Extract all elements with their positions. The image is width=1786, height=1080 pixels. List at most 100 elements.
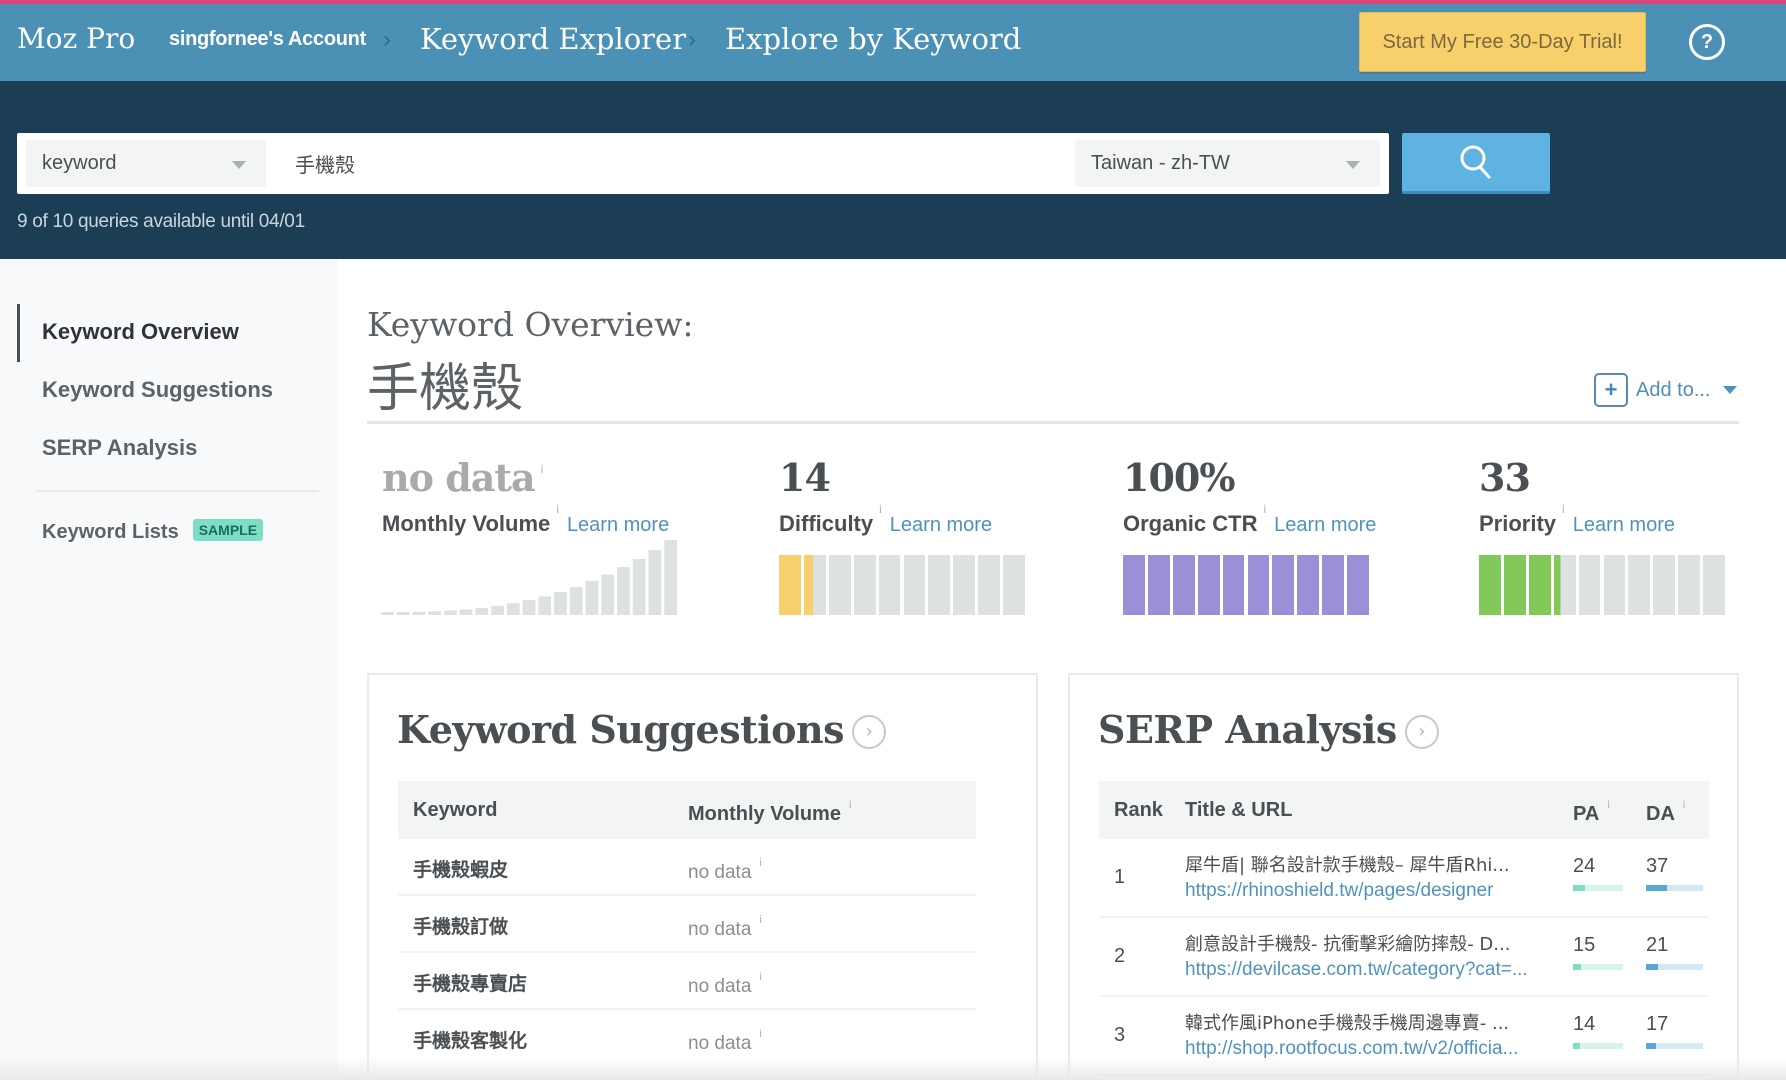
table-row: 手機殼蝦皮 no data i xyxy=(398,839,976,896)
serp-analysis-card: SERP Analysis › Rank Title & URL PA i DA i … xyxy=(1068,673,1739,1080)
search-type-select[interactable]: keyword xyxy=(26,140,266,187)
plus-icon: + xyxy=(1594,373,1628,407)
info-icon[interactable]: i xyxy=(759,971,761,983)
volume-cell: no data i xyxy=(688,857,762,884)
sidebar: Keyword Overview Keyword Suggestions SER… xyxy=(0,259,338,1080)
priority-label: Priority xyxy=(1479,511,1557,536)
volume-placeholder-bar xyxy=(522,600,536,615)
overview-keyword: 手機殼 xyxy=(367,359,524,419)
help-icon[interactable]: ? xyxy=(1689,24,1725,60)
difficulty-meter xyxy=(779,555,1025,615)
table-row: 手機殼專賣店 no data i xyxy=(398,953,976,1010)
volume-cell: no data i xyxy=(688,1028,762,1055)
search-button[interactable] xyxy=(1402,133,1550,194)
info-icon[interactable]: i xyxy=(849,799,851,811)
breadcrumb-keyword-explorer[interactable]: Keyword Explorer xyxy=(420,22,686,56)
meter-segment xyxy=(1247,555,1270,615)
meter-segment xyxy=(1503,555,1526,615)
keyword-cell[interactable]: 手機殼客製化 xyxy=(413,1026,527,1053)
da-score: 21 xyxy=(1646,934,1669,956)
pa-score-bar-fill xyxy=(1573,1043,1580,1049)
table-row: 手機殼訂做 no data i xyxy=(398,896,976,953)
volume-cell: no data i xyxy=(688,971,762,998)
learn-more-link[interactable]: Learn more xyxy=(890,514,992,536)
da-score: 17 xyxy=(1646,1013,1669,1035)
info-icon[interactable]: i xyxy=(879,502,882,516)
info-icon[interactable]: i xyxy=(1607,799,1609,811)
meter-segment xyxy=(803,555,826,615)
info-icon[interactable]: i xyxy=(759,857,761,869)
info-icon[interactable]: i xyxy=(1263,502,1266,516)
learn-more-link[interactable]: Learn more xyxy=(567,514,669,536)
locale-select[interactable]: Taiwan - zh-TW xyxy=(1075,140,1380,187)
metric-difficulty: 14 Difficulty i Learn more xyxy=(779,455,992,537)
sidebar-item-keyword-lists[interactable]: Keyword Lists SAMPLE xyxy=(42,519,264,544)
keyword-cell[interactable]: 手機殼專賣店 xyxy=(413,969,527,996)
pa-score: 15 xyxy=(1573,934,1596,956)
volume-placeholder-bar xyxy=(632,558,646,615)
volume-cell: no data i xyxy=(688,914,762,941)
volume-placeholder-bar xyxy=(506,603,520,615)
meter-segment xyxy=(1147,555,1170,615)
info-icon[interactable]: i xyxy=(541,462,544,476)
bottom-fade xyxy=(0,1058,1786,1080)
serp-analysis-title[interactable]: SERP Analysis › xyxy=(1098,707,1439,752)
sidebar-item-keyword-overview[interactable]: Keyword Overview xyxy=(42,319,239,345)
pa-score-bar xyxy=(1573,885,1623,891)
page-title: Keyword Overview: xyxy=(367,305,694,344)
learn-more-link[interactable]: Learn more xyxy=(1274,514,1376,536)
breadcrumb-explore-by-keyword: Explore by Keyword xyxy=(725,22,1022,56)
column-header-keyword[interactable]: Keyword xyxy=(413,799,497,822)
sidebar-item-keyword-suggestions[interactable]: Keyword Suggestions xyxy=(42,377,273,403)
meter-segment xyxy=(1222,555,1245,615)
pa-score-bar xyxy=(1573,1043,1623,1049)
overview-divider xyxy=(367,421,1739,424)
chevron-right-circle-icon[interactable]: › xyxy=(851,715,886,749)
monthly-volume-header-label: Monthly Volume xyxy=(688,803,841,825)
info-icon[interactable]: i xyxy=(759,914,761,926)
account-link[interactable]: singfornee's Account xyxy=(169,28,366,51)
query-quota-text: 9 of 10 queries available until 04/01 xyxy=(17,211,305,232)
learn-more-link[interactable]: Learn more xyxy=(1573,514,1675,536)
info-icon[interactable]: i xyxy=(1683,799,1685,811)
add-to-list-button[interactable]: + Add to... xyxy=(1594,373,1737,407)
column-header-monthly-volume[interactable]: Monthly Volume i xyxy=(688,799,851,826)
result-url-link[interactable]: https://rhinoshield.tw/pages/designer xyxy=(1185,880,1493,902)
keyword-suggestions-title[interactable]: Keyword Suggestions › xyxy=(397,707,886,752)
info-icon[interactable]: i xyxy=(1562,502,1565,516)
volume-placeholder-bar xyxy=(491,605,504,615)
meter-segment xyxy=(953,555,976,615)
start-free-trial-button[interactable]: Start My Free 30-Day Trial! xyxy=(1359,12,1646,72)
column-header-rank[interactable]: Rank xyxy=(1114,799,1163,822)
info-icon[interactable]: i xyxy=(556,502,559,516)
keyword-suggestions-heading: Keyword Suggestions xyxy=(397,707,844,752)
volume-placeholder-bar xyxy=(443,610,457,615)
meter-segment xyxy=(1347,555,1369,615)
da-score-bar-fill xyxy=(1646,885,1668,891)
column-header-da[interactable]: DA i xyxy=(1646,799,1685,826)
chevron-right-circle-icon[interactable]: › xyxy=(1404,715,1439,749)
keyword-cell[interactable]: 手機殼蝦皮 xyxy=(413,855,508,882)
info-icon[interactable]: i xyxy=(759,1028,761,1040)
keyword-lists-label: Keyword Lists xyxy=(42,521,179,543)
meter-segment xyxy=(1479,555,1501,615)
rank-cell: 1 xyxy=(1114,866,1126,888)
volume-value: no data xyxy=(688,976,752,997)
keyword-cell[interactable]: 手機殼訂做 xyxy=(413,912,508,939)
organic-ctr-value: 100% xyxy=(1123,455,1235,500)
sidebar-item-serp-analysis[interactable]: SERP Analysis xyxy=(42,435,197,461)
result-url-link[interactable]: http://shop.rootfocus.com.tw/v2/officia.… xyxy=(1185,1038,1518,1060)
meter-segment xyxy=(1553,555,1576,615)
volume-placeholder-bar xyxy=(585,581,599,615)
moz-pro-logo[interactable]: Moz Pro xyxy=(17,22,135,55)
result-url-link[interactable]: https://devilcase.com.tw/category?cat=..… xyxy=(1185,959,1528,981)
keyword-search-input[interactable] xyxy=(295,140,1075,187)
column-header-title-url[interactable]: Title & URL xyxy=(1185,799,1292,822)
column-header-pa[interactable]: PA i xyxy=(1573,799,1610,826)
meter-segment xyxy=(853,555,876,615)
meter-segment xyxy=(978,555,1001,615)
meter-segment xyxy=(1628,555,1651,615)
meter-segment xyxy=(1003,555,1025,615)
difficulty-label: Difficulty xyxy=(779,511,874,536)
table-header: Rank Title & URL PA i DA i xyxy=(1099,781,1709,839)
